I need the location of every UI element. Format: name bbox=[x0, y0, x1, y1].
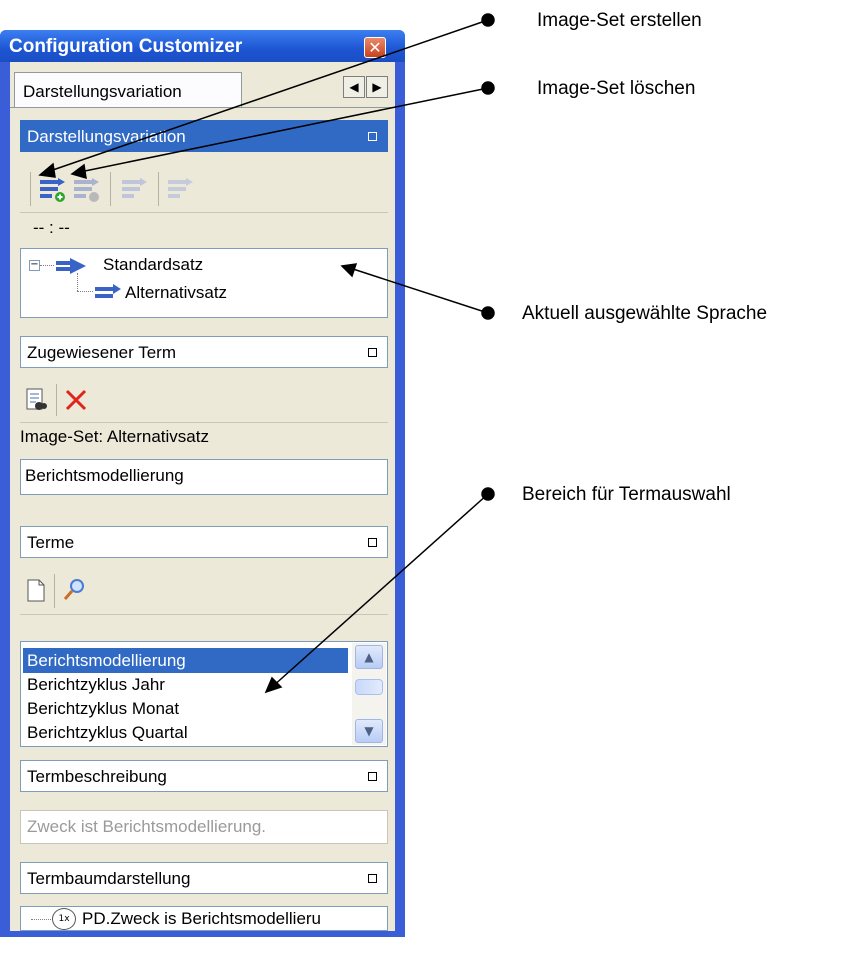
annotation-current-language: Aktuell ausgewählte Sprache bbox=[522, 303, 768, 324]
annotation-image-set-create: Image-Set erstellen bbox=[537, 10, 702, 31]
annotation-image-set-delete: Image-Set löschen bbox=[537, 78, 696, 99]
annotation-term-area: Bereich für Termauswahl bbox=[522, 484, 731, 505]
